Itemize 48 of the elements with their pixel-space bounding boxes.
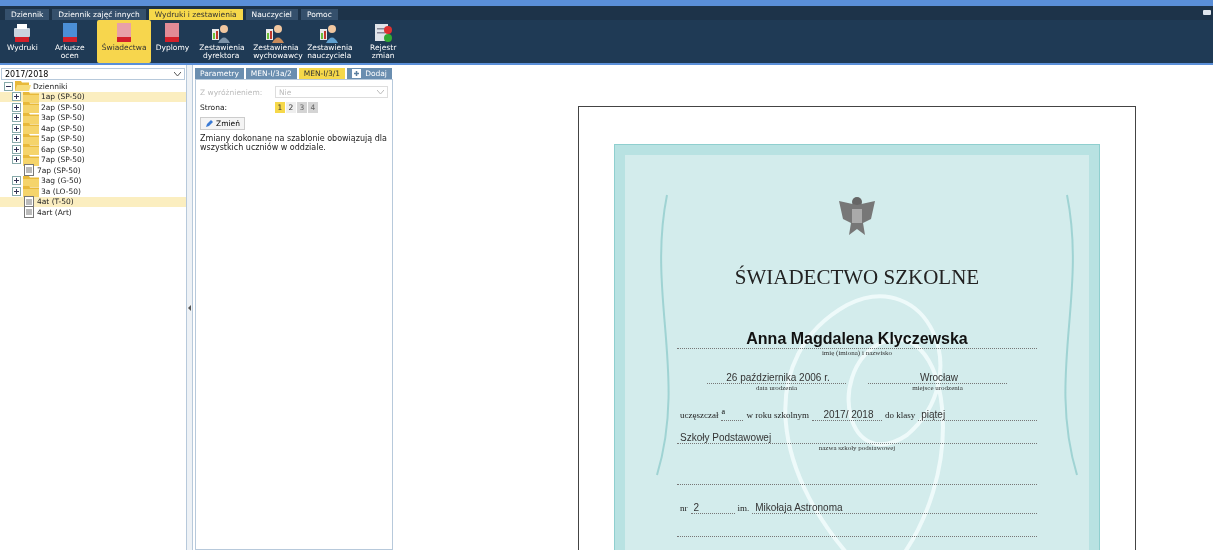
certificate-label: im. <box>736 503 751 514</box>
open-folder-icon <box>15 80 31 93</box>
expand-icon <box>12 176 21 186</box>
birth-place: Wrocław <box>918 372 959 383</box>
collapse-icon <box>4 81 13 91</box>
chevron-down-icon <box>174 71 181 77</box>
chevron-down-icon <box>377 89 384 95</box>
folder-icon <box>23 90 39 103</box>
expand-icon <box>12 102 21 112</box>
certificate-label: nr <box>679 503 689 514</box>
expand-icon <box>12 134 21 144</box>
person-chart-icon <box>264 22 287 44</box>
expand-icon <box>12 186 21 196</box>
person-chart-icon <box>318 22 341 44</box>
document-icon <box>23 164 35 177</box>
info-text: Zmiany dokonane na szablonie obowiązują dla wszystkich uczniów w oddziale. <box>200 134 388 152</box>
school-number: 2 <box>692 502 700 513</box>
birth-date: 26 października 2006 r. <box>725 372 830 383</box>
certificate-title: ŚWIADECTWO SZKOLNE <box>733 265 981 290</box>
folder-icon <box>23 132 39 145</box>
gender-suffix: a <box>721 407 726 416</box>
folder-icon <box>23 153 39 166</box>
school-name: Szkoły Podstawowej <box>679 432 772 443</box>
folder-icon <box>23 111 39 124</box>
expand-icon <box>12 123 21 133</box>
school-patron: Mikołaja Astronoma <box>754 502 843 513</box>
pencil-icon <box>205 119 214 128</box>
expand-icon <box>12 113 21 123</box>
school-year: 2017/ 2018 <box>822 409 874 420</box>
folder-icon <box>23 101 39 114</box>
year-select[interactable]: 2017/2018 <box>1 68 185 80</box>
collapse-arrow-icon[interactable] <box>188 304 191 311</box>
certificate-label: w roku szkolnym <box>745 410 810 421</box>
certificate-label: uczęszczał <box>679 410 720 421</box>
student-name: Anna Magdalena Klyczewska <box>746 330 968 348</box>
folder-icon <box>23 174 39 187</box>
folder-icon <box>23 185 39 198</box>
expand-icon <box>12 155 21 165</box>
expand-icon <box>12 92 21 102</box>
certificate-label: do klasy <box>883 410 917 421</box>
folder-icon <box>23 143 39 156</box>
class-name: piątej <box>920 409 946 420</box>
plus-icon <box>352 69 362 78</box>
person-chart-icon <box>210 22 233 44</box>
document-icon <box>23 206 35 219</box>
expand-icon <box>12 144 21 154</box>
folder-icon <box>23 122 39 135</box>
checklist-icon <box>372 22 395 44</box>
